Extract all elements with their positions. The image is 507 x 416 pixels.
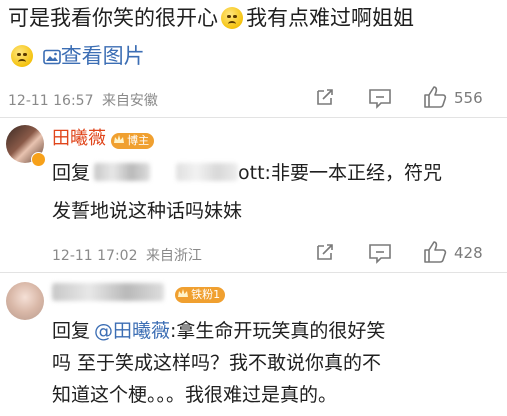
emoji-sad-icon xyxy=(221,7,243,29)
comment-header: 铁粉1 xyxy=(52,283,226,303)
comment-text: :拿生命开玩笑真的很好笑 xyxy=(170,320,386,342)
badge-label: 铁粉1 xyxy=(191,288,221,301)
comment-line3: 知道这个梗。。。我很难过是真的。 xyxy=(52,384,338,406)
post-text-part2: 我有点难过啊姐姐 xyxy=(246,6,414,30)
crown-icon xyxy=(114,135,125,143)
like-icon[interactable] xyxy=(422,84,448,110)
emoji-sad-icon xyxy=(11,45,33,67)
blurred-username xyxy=(176,163,239,181)
comment-timestamp: 12-11 17:02 xyxy=(52,248,138,264)
post-text-line2: 查看图片 xyxy=(8,42,145,70)
mention-tail: ott: xyxy=(238,162,271,184)
comment-line1: 回复 @田曦薇:拿生命开玩笑真的很好笑 xyxy=(52,316,385,347)
comment-icon[interactable] xyxy=(368,87,392,109)
share-icon[interactable] xyxy=(314,86,336,108)
post-meta: 12-11 16:57 来自安徽 xyxy=(8,90,158,110)
reply-prefix: 回复 xyxy=(52,162,91,184)
status-badge: 博主 xyxy=(111,133,155,149)
badge-label: 博主 xyxy=(127,134,150,147)
divider xyxy=(0,117,507,118)
mention-link[interactable]: @田曦薇 xyxy=(94,320,170,342)
comment-like-count: 428 xyxy=(454,244,483,262)
reply-prefix: 回复 xyxy=(52,320,91,342)
post-text-line1: 可是我看你笑的很开心 我有点难过啊姐姐 xyxy=(8,4,414,32)
username[interactable]: 田曦薇 xyxy=(52,128,106,149)
crown-icon xyxy=(178,289,189,297)
verified-icon xyxy=(31,152,46,167)
comment-source: 来自浙江 xyxy=(145,248,202,264)
comment-line2: 发誓地说这种话吗妹妹 xyxy=(52,200,243,222)
comment-line2: 吗 至于笑成这样吗？我不敢说你真的不 xyxy=(52,352,382,374)
post-text-part1: 可是我看你笑的很开心 xyxy=(8,6,218,30)
share-icon[interactable] xyxy=(314,241,336,263)
comment-meta: 12-11 17:02 来自浙江 xyxy=(52,245,202,265)
view-image-link[interactable]: 查看图片 xyxy=(42,44,145,68)
comment-icon[interactable] xyxy=(368,242,392,264)
avatar[interactable] xyxy=(6,282,44,320)
comment-text: 非要一本正经，符咒 xyxy=(270,162,442,184)
divider xyxy=(0,272,507,273)
blurred-username xyxy=(52,283,164,301)
blurred-username xyxy=(94,163,151,181)
comment-header: 田曦薇 博主 xyxy=(52,124,155,150)
status-badge: 铁粉1 xyxy=(175,287,226,303)
image-icon xyxy=(42,49,61,65)
view-image-label: 查看图片 xyxy=(60,44,145,68)
like-icon[interactable] xyxy=(422,239,448,265)
comment-line1: 回复 ott:非要一本正经，符咒 xyxy=(52,158,442,189)
post-timestamp: 12-11 16:57 xyxy=(8,93,94,109)
post-source: 来自安徽 xyxy=(101,93,158,109)
post-like-count: 556 xyxy=(454,89,483,107)
